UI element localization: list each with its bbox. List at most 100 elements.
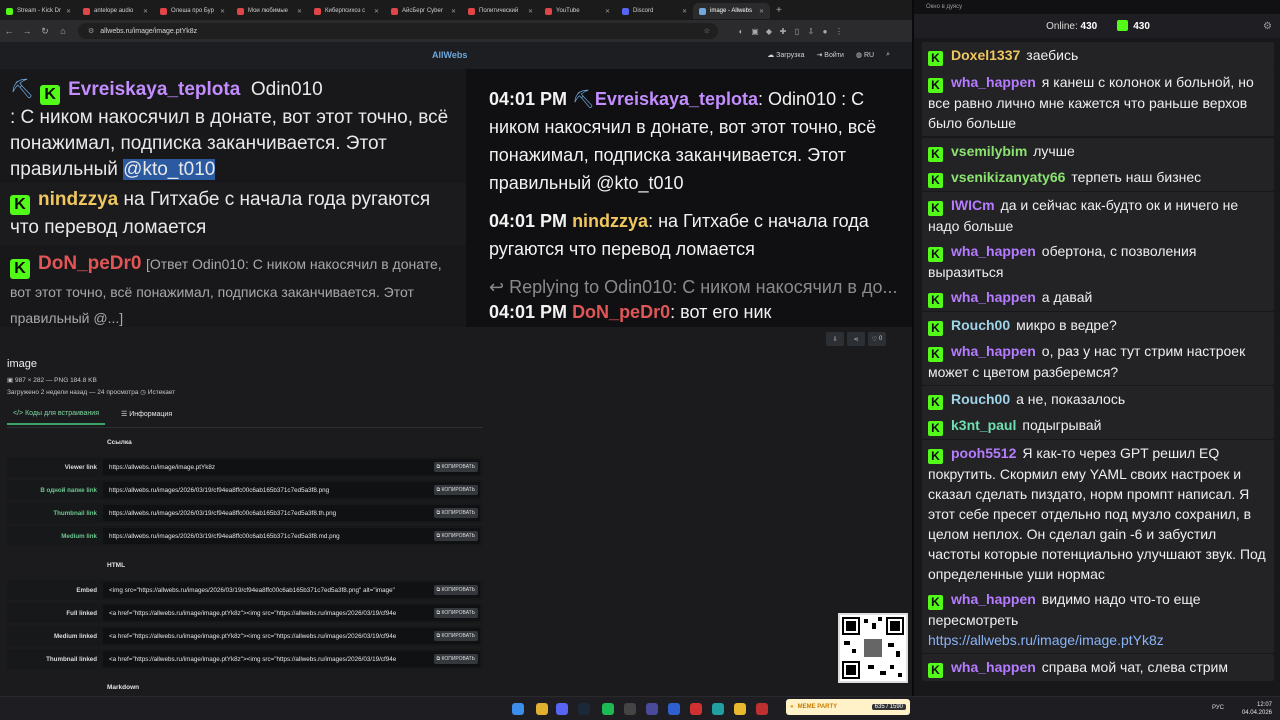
close-tab-icon[interactable]: ✕ (143, 8, 148, 15)
app-icon[interactable] (756, 703, 768, 715)
browser-tab-bar: Stream - Kick Dr ✕ antelope audio ✕ Олеша пр… (0, 0, 912, 20)
download-button[interactable]: ⇩ (826, 332, 844, 346)
embed-code-field[interactable]: <img src="https://allwebs.ru/images/2026… (103, 582, 480, 598)
tab-embed-codes[interactable]: </> Коды для встраивания (7, 410, 106, 425)
like-count: 0 (878, 336, 883, 342)
app-icon[interactable] (712, 703, 724, 715)
browser-tab[interactable]: АйсБерг Cyber ✕ (385, 3, 462, 19)
embed-code-field[interactable]: https://allwebs.ru/images/2026/03/19/cf9… (103, 482, 480, 498)
app-icon[interactable] (668, 703, 680, 715)
forward-icon[interactable]: → (18, 26, 36, 36)
login-button[interactable]: ⇥ Войти (816, 51, 843, 59)
embed-code-field[interactable]: https://allwebs.ru/images/2026/03/19/cf9… (103, 505, 480, 521)
close-tab-icon[interactable]: ✕ (297, 8, 302, 15)
copy-button[interactable]: ⧉ КОПИРОВАТЬ (433, 608, 478, 618)
obs-icon[interactable] (624, 703, 636, 715)
settings-icon[interactable]: ⚙ (1263, 21, 1272, 32)
copy-button[interactable]: ⧉ КОПИРОВАТЬ (433, 485, 478, 495)
browser-tab[interactable]: Политический ✕ (462, 3, 539, 19)
chat-username[interactable]: wha_happen (951, 74, 1036, 90)
steam-icon[interactable] (578, 703, 590, 715)
copy-button[interactable]: ⧉ КОПИРОВАТЬ (433, 631, 478, 641)
close-tab-icon[interactable]: ✕ (451, 8, 456, 15)
embed-code-field[interactable]: <a href="https://allwebs.ru/image/image.… (103, 605, 480, 621)
folder-icon[interactable] (734, 703, 746, 715)
site-info-icon[interactable]: ⚙ (88, 27, 94, 35)
chat-username[interactable]: IWICm (951, 197, 995, 213)
tab-title: Discord (633, 8, 654, 14)
browser-tab[interactable]: Олеша про Бур ✕ (154, 3, 231, 19)
close-tab-icon[interactable]: ✕ (374, 8, 379, 15)
app-icon[interactable] (646, 703, 658, 715)
embed-code-field[interactable]: <a href="https://allwebs.ru/image/image.… (103, 651, 480, 667)
menu-icon[interactable]: ⋮ (832, 27, 846, 36)
chat-link[interactable]: https://allwebs.ru/image/image.ptYk8z (928, 632, 1164, 648)
browser-tab[interactable]: Discord ✕ (616, 3, 693, 19)
windows-start-icon[interactable] (512, 703, 524, 715)
search-icon[interactable]: ⌕ (886, 51, 890, 59)
chat-username[interactable]: Rouch00 (951, 391, 1010, 407)
close-tab-icon[interactable]: ✕ (220, 8, 225, 15)
embed-code-field[interactable]: <a href="https://allwebs.ru/image/image.… (103, 628, 480, 644)
chat-username[interactable]: k3nt_paul (951, 417, 1016, 433)
copy-button[interactable]: ⧉ КОПИРОВАТЬ (433, 462, 478, 472)
close-tab-icon[interactable]: ✕ (528, 8, 533, 15)
embed-row-label: Medium linked (54, 632, 97, 640)
chrome-icon[interactable] (536, 703, 548, 715)
profile-icon[interactable]: ● (818, 27, 832, 36)
chat-username[interactable]: wha_happen (951, 289, 1036, 305)
chat-username[interactable]: Doxel1337 (951, 47, 1020, 63)
close-tab-icon[interactable]: ✕ (605, 8, 610, 15)
address-bar[interactable]: ⚙ allwebs.ru/image/image.ptYk8z ☆ (78, 23, 718, 39)
chat-username[interactable]: wha_happen (951, 659, 1036, 675)
upload-button[interactable]: ☁ Загрузка (767, 51, 804, 59)
chat-username[interactable]: wha_happen (951, 591, 1036, 607)
extension-icon[interactable]: ▣ (748, 27, 762, 36)
browser-tab[interactable]: antelope audio ✕ (77, 3, 154, 19)
keyboard-language[interactable]: РУС (1212, 705, 1224, 711)
clock[interactable]: 12:07 04.04.2026 (1242, 701, 1272, 717)
copy-icon: ⧉ (436, 656, 441, 662)
image-chat-message: 04:01 PM ⛏Evreiskaya_teplota: Odin010 : … (489, 85, 899, 197)
close-tab-icon[interactable]: ✕ (759, 8, 764, 15)
embed-code-field[interactable]: https://allwebs.ru/images/2026/03/19/cf9… (103, 528, 480, 544)
discord-icon[interactable] (556, 703, 568, 715)
chat-username[interactable]: Rouch00 (951, 317, 1010, 333)
embed-code-field[interactable]: https://allwebs.ru/image/image.ptYk8z (103, 459, 480, 475)
chat-username[interactable]: wha_happen (951, 243, 1036, 259)
download-icon[interactable]: ⇩ (804, 27, 818, 36)
close-tab-icon[interactable]: ✕ (66, 8, 71, 15)
copy-button[interactable]: ⧉ КОПИРОВАТЬ (433, 531, 478, 541)
extension-icon[interactable]: ◆ (762, 27, 776, 36)
like-button[interactable]: ♡ 0 (868, 332, 886, 346)
browser-tab[interactable]: image - Allwebs ✕ (693, 3, 770, 19)
copy-button[interactable]: ⧉ КОПИРОВАТЬ (433, 654, 478, 664)
chat-username[interactable]: vsenikizanyaty66 (951, 169, 1065, 185)
browser-tab[interactable]: Киберпсихоз с ✕ (308, 3, 385, 19)
chat-username[interactable]: wha_happen (951, 343, 1036, 359)
spotify-icon[interactable] (602, 703, 614, 715)
browser-tab[interactable]: Мои любимые ✕ (231, 3, 308, 19)
share-button[interactable]: ⋖ (847, 332, 865, 346)
home-icon[interactable]: ⌂ (54, 26, 72, 36)
app-icon[interactable] (690, 703, 702, 715)
sidebar-icon[interactable]: ▯ (790, 27, 804, 36)
language-button[interactable]: ◍ RU (856, 51, 874, 59)
meme-party-widget[interactable]: ● MEME PARTY 635 / 1590 (786, 699, 910, 715)
new-tab-icon[interactable]: + (776, 5, 782, 16)
chat-username[interactable]: pooh5512 (951, 445, 1016, 461)
back-icon[interactable]: ← (0, 26, 18, 36)
copy-button[interactable]: ⧉ КОПИРОВАТЬ (433, 585, 478, 595)
extensions-puzzle-icon[interactable]: ✚ (776, 27, 790, 36)
site-logo[interactable]: AllWebs (432, 50, 467, 60)
reload-icon[interactable]: ↻ (36, 26, 54, 37)
browser-tab[interactable]: Stream - Kick Dr ✕ (0, 3, 77, 19)
browser-tab[interactable]: YouTube ✕ (539, 3, 616, 19)
tab-info[interactable]: ☰ Информация (115, 410, 178, 425)
bookmark-star-icon[interactable]: ☆ (704, 27, 710, 35)
copy-button[interactable]: ⧉ КОПИРОВАТЬ (433, 508, 478, 518)
clock-icon: ◷ (140, 389, 146, 396)
close-tab-icon[interactable]: ✕ (682, 8, 687, 15)
chat-username[interactable]: vsemilybim (951, 143, 1027, 159)
extension-icon[interactable]: ◐ (734, 27, 748, 36)
